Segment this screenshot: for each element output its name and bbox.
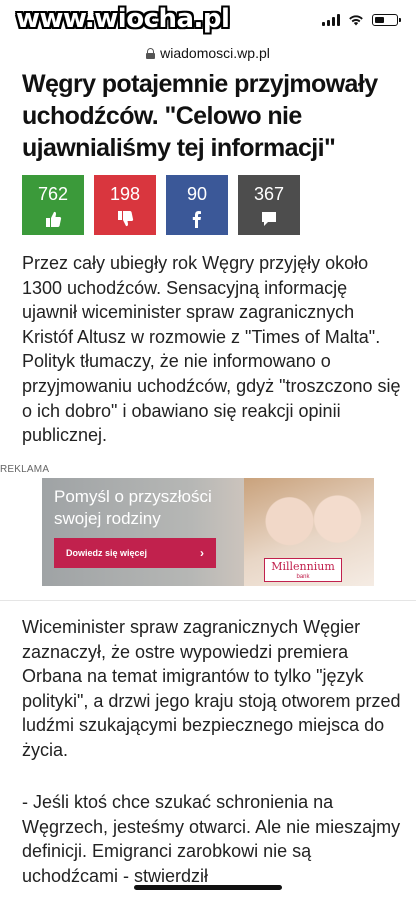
article-paragraph: Przez cały ubiegły rok Węgry przyjęły ok… [22, 253, 401, 446]
home-indicator[interactable] [134, 885, 282, 890]
status-bar: www.wiocha.pl [0, 0, 416, 38]
dislike-button[interactable]: 198 [94, 175, 156, 235]
like-button[interactable]: 762 [22, 175, 84, 235]
article-paragraph: Wiceminister spraw zagranicznych Węgier … [22, 617, 401, 760]
wifi-icon [349, 15, 363, 26]
dislike-count: 198 [109, 184, 141, 204]
facebook-share-button[interactable]: 90 [166, 175, 228, 235]
facebook-count: 90 [186, 184, 208, 204]
thumbs-down-icon [118, 211, 134, 227]
url-text: wiadomosci.wp.pl [160, 45, 270, 61]
battery-icon [372, 14, 401, 26]
article-paragraph: - Jeśli ktoś chce szukać schronienia na … [22, 792, 401, 886]
ad-logo: Millennium bank [264, 558, 342, 582]
ad-label: REKLAMA [0, 464, 50, 475]
divider [0, 600, 416, 601]
facebook-icon [192, 211, 201, 228]
watermark: www.wiocha.pl [16, 4, 230, 34]
ad-title: Pomyśl o przyszłości swojej rodziny [54, 487, 212, 528]
comments-count: 367 [253, 184, 285, 204]
reaction-bar: 762 198 90 367 [22, 175, 300, 235]
ad-banner[interactable]: Pomyśl o przyszłości swojej rodziny Dowi… [42, 478, 374, 586]
comments-button[interactable]: 367 [238, 175, 300, 235]
ad-cta-label: Dowiedz się więcej [66, 548, 148, 558]
lock-icon [146, 47, 156, 59]
ad-logo-sub: bank [296, 574, 310, 580]
status-icons [322, 14, 401, 26]
thumbs-up-icon [46, 211, 62, 227]
like-count: 762 [37, 184, 69, 204]
article-headline: Węgry potajemnie przyjmowały uchodźców. … [22, 70, 378, 162]
address-bar[interactable]: wiadomosci.wp.pl [0, 40, 416, 66]
comment-icon [262, 212, 276, 226]
chevron-right-icon: › [200, 546, 204, 560]
cellular-signal-icon [322, 14, 340, 26]
ad-logo-name: Millennium [271, 560, 335, 573]
ad-cta-button[interactable]: Dowiedz się więcej › [54, 538, 216, 568]
